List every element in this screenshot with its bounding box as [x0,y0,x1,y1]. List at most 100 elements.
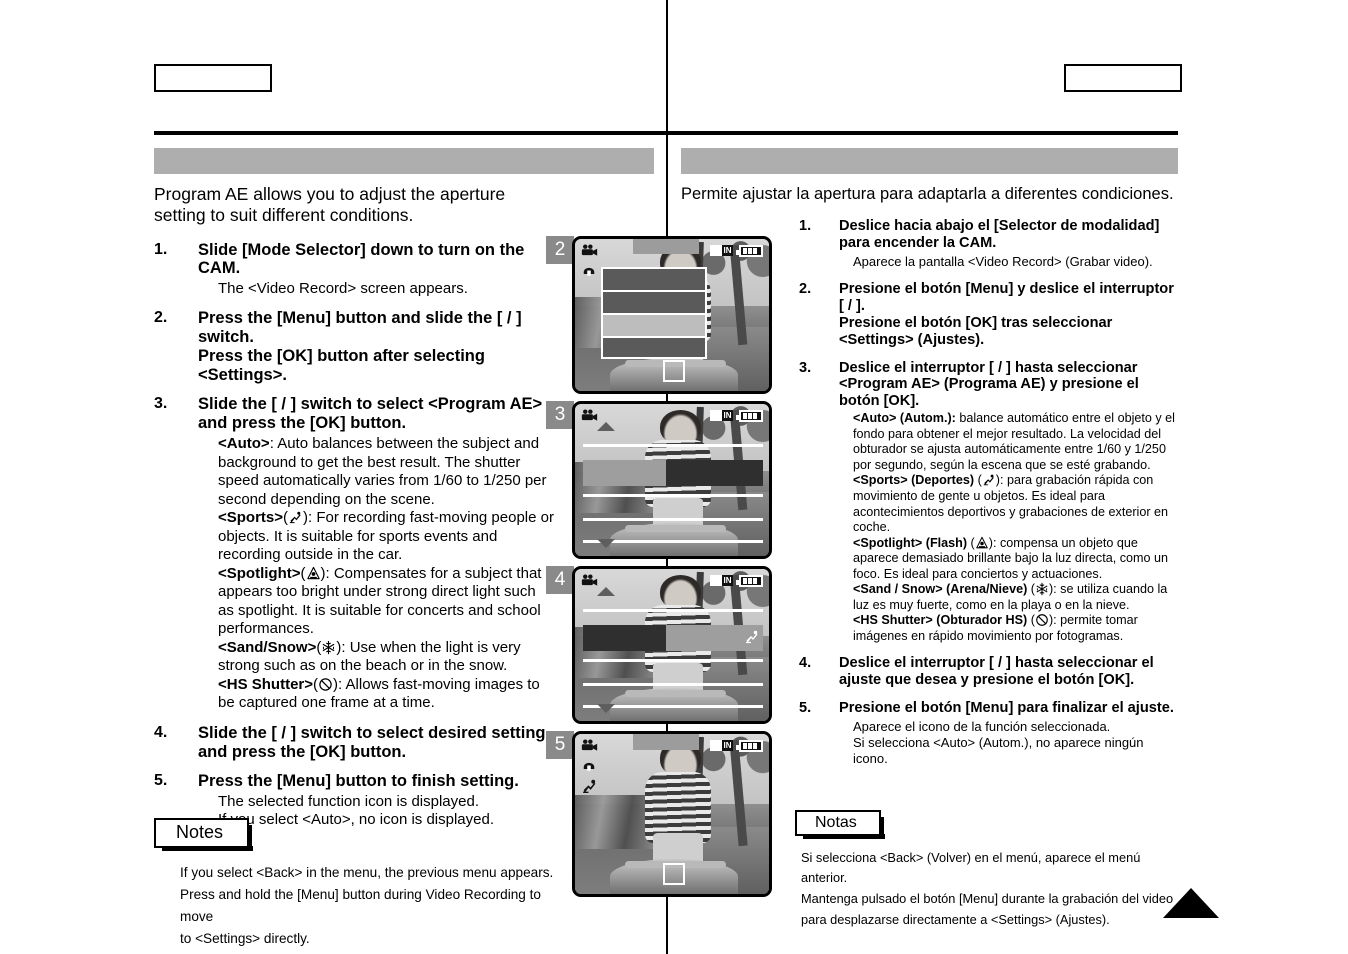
step-badge: 2 [546,236,574,264]
step-number: 4. [799,655,812,672]
page-corner-triangle-marker [1163,888,1219,918]
menu-item-selected[interactable] [601,313,707,336]
step-heading: Deslice hacia abajo el [Selector de moda… [839,218,1160,252]
english-step-4: 4. Slide the [ / ] switch to select desi… [154,724,554,762]
english-step-1: 1. Slide [Mode Selector] down to turn on… [154,241,554,299]
step-heading: Slide the [ / ] switch to select <Progra… [198,395,543,433]
step-subtext: Aparece el icono de la función seleccion… [853,719,1144,766]
camcorder-mode-icon [581,739,598,757]
mode-sand-snow: <Sand / Snow> (Arena/Nieve) (): se utili… [853,582,1168,612]
english-step-3: 3. Slide the [ / ] switch to select <Pro… [154,395,554,712]
program-ae-option-list[interactable] [583,587,763,713]
microphone-icon [582,758,596,776]
step-heading: Deslice el interruptor [ / ] hasta selec… [839,359,1139,410]
record-stop-indicator [663,360,685,382]
list-row-selected[interactable] [583,460,763,486]
step-heading: Presione el botón [Menu] y deslice el in… [839,280,1174,348]
step-heading: Deslice el interruptor [ / ] hasta selec… [839,655,1154,689]
spanish-step-5: 5. Presione el botón [Menu] para finaliz… [799,700,1179,767]
step-number: 3. [799,359,812,376]
battery-icon [736,575,763,587]
notes-text: If you select <Back> in the menu, the pr… [180,864,554,946]
spanish-step-2: 2. Presione el botón [Menu] y deslice el… [799,281,1179,349]
mode-sports: <Sports>(): For recording fast-moving pe… [218,509,554,564]
snowflake-icon [1035,582,1049,596]
spanish-step-1: 1. Deslice hacia abajo el [Selector de m… [799,218,1179,270]
mode-sports: <Sports> (Deportes) (): para grabación r… [853,473,1169,535]
manual-page: Program AE allows you to adjust the aper… [0,0,1348,954]
program-ae-mode-list: <Auto> (Autom.): balance automático entr… [839,411,1179,644]
english-column: Program AE allows you to adjust the aper… [154,184,554,840]
scroll-up-arrow-icon[interactable] [597,587,615,596]
spanish-notes-block: Notas Si selecciona <Back> (Volver) en e… [795,810,1185,930]
step-badge: 3 [546,401,574,429]
notes-text: Si selecciona <Back> (Volver) en el menú… [801,849,1174,927]
scroll-up-arrow-icon[interactable] [597,422,615,431]
menu-item[interactable] [601,336,707,359]
step-badge: 5 [546,731,574,759]
step-number: 3. [154,395,168,413]
internal-memory-indicator: IN [710,410,733,421]
step-heading: Slide [Mode Selector] down to turn on th… [198,240,525,278]
english-intro: Program AE allows you to adjust the aper… [154,184,506,226]
battery-icon [736,410,763,422]
step-number: 2. [154,309,168,327]
step-heading: Press the [Menu] button and slide the [ … [198,309,522,384]
settings-menu-panel[interactable] [601,267,707,359]
mode-sand-snow: <Sand/Snow>(): Use when the light is ver… [218,638,521,675]
step-heading: Presione el botón [Menu] para finalizar … [839,700,1174,717]
step-badge: 4 [546,566,574,594]
spotlight-icon [306,566,321,581]
mode-spotlight: <Spotlight> (Flash) (): compensa un obje… [853,535,1169,581]
internal-memory-indicator: IN [710,575,733,586]
lcd-screen: IN [572,401,772,559]
list-row-selected[interactable] [583,625,763,651]
step-heading: Slide the [ / ] switch to select desired… [198,723,546,761]
section-title-bar-english [154,148,654,174]
record-stop-indicator [663,863,685,885]
spanish-step-4: 4. Deslice el interruptor [ / ] hasta se… [799,655,1179,689]
mode-hs-shutter: <HS Shutter>(): Allows fast-moving image… [218,675,540,712]
header-box-right [1064,64,1182,92]
microphone-icon [582,263,596,281]
header-box-left [154,64,272,92]
hs-shutter-icon [1035,613,1049,627]
sports-icon [581,778,598,800]
step-subtext: The <Video Record> screen appears. [218,280,468,298]
program-ae-option-list[interactable] [583,422,763,548]
step-number: 1. [154,240,168,258]
lcd-screen: IN [572,236,772,394]
spotlight-icon [975,536,989,550]
menu-item[interactable] [601,267,707,290]
step-subtext: Aparece la pantalla <Video Record> (Grab… [853,253,1153,269]
scroll-down-arrow-icon[interactable] [597,704,615,713]
step-heading: Press the [Menu] button to finish settin… [198,772,519,791]
step-number: 2. [799,280,812,297]
sports-icon [744,629,760,650]
step-number: 5. [799,700,812,717]
notes-label: Notas [795,810,885,839]
step-number: 1. [799,218,812,235]
menu-item[interactable] [601,290,707,313]
step-number: 4. [154,723,168,741]
english-step-2: 2. Press the [Menu] button and slide the… [154,309,554,384]
internal-memory-indicator: IN [710,245,733,256]
battery-icon [736,740,763,752]
sports-icon [982,473,996,487]
internal-memory-indicator: IN [710,740,733,751]
program-ae-mode-list: <Auto>: Auto balances between the subjec… [198,435,554,713]
section-title-bar-spanish [681,148,1178,174]
lcd-screen: IN [572,566,772,724]
snowflake-icon [321,640,336,655]
camcorder-mode-icon [581,244,598,262]
spanish-step-3: 3. Deslice el interruptor [ / ] hasta se… [799,360,1179,645]
english-notes-block: Notes If you select <Back> in the menu, … [154,818,554,950]
mode-hs-shutter: <HS Shutter> (Obturador HS) (): permite … [853,613,1138,643]
battery-icon [736,245,763,257]
scroll-down-arrow-icon[interactable] [597,539,615,548]
mode-auto: <Auto>: Auto balances between the subjec… [218,435,547,508]
spanish-intro: Permite ajustar la apertura para adaptar… [681,185,1174,203]
sports-icon [288,510,303,525]
mode-auto: <Auto> (Autom.): balance automático entr… [853,411,1175,472]
lcd-screen: IN [572,731,772,897]
